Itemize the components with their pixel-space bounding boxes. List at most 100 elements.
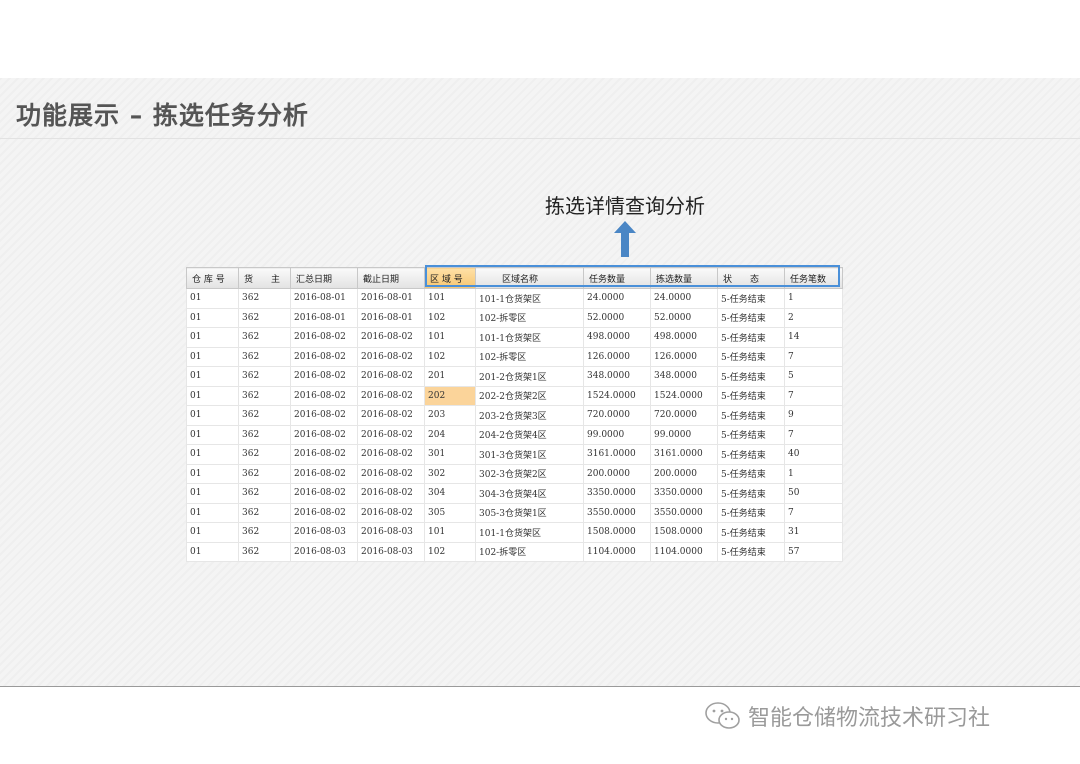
table-cell[interactable]: 5-任务结束 <box>717 288 785 309</box>
table-cell[interactable]: 2016-08-02 <box>290 424 358 445</box>
table-cell[interactable]: 362 <box>238 522 291 543</box>
table-cell[interactable]: 200.0000 <box>583 463 651 484</box>
table-cell[interactable]: 362 <box>238 444 291 465</box>
table-cell[interactable]: 01 <box>186 522 239 543</box>
table-cell[interactable]: 1104.0000 <box>650 541 718 562</box>
column-header[interactable]: 区域名称 <box>475 267 584 289</box>
table-cell[interactable]: 2016-08-02 <box>357 463 425 484</box>
table-cell[interactable]: 203-2仓货架3区 <box>475 405 584 426</box>
table-cell[interactable]: 2016-08-03 <box>290 541 358 562</box>
table-row[interactable]: 01 362 2016-08-02 2016-08-02 102 102-拆零区 126.0… <box>186 346 843 367</box>
table-cell[interactable]: 01 <box>186 502 239 523</box>
table-cell[interactable]: 304-3仓货架4区 <box>475 483 584 504</box>
table-cell[interactable]: 101-1仓货架区 <box>475 522 584 543</box>
table-cell[interactable]: 362 <box>238 463 291 484</box>
column-header[interactable]: 截止日期 <box>357 267 425 289</box>
table-cell[interactable]: 01 <box>186 327 239 348</box>
table-cell[interactable]: 102 <box>424 307 476 328</box>
table-cell[interactable]: 1104.0000 <box>583 541 651 562</box>
table-cell[interactable]: 7 <box>784 502 843 523</box>
table-row[interactable]: 01 362 2016-08-02 2016-08-02 305 305-3仓货架1区 35… <box>186 502 843 523</box>
table-cell[interactable]: 362 <box>238 288 291 309</box>
table-cell[interactable]: 24.0000 <box>650 288 718 309</box>
table-cell[interactable]: 102-拆零区 <box>475 307 584 328</box>
table-cell[interactable]: 102 <box>424 541 476 562</box>
table-row[interactable]: 01 362 2016-08-02 2016-08-02 201 201-2仓货架1区 34… <box>186 366 843 387</box>
table-cell[interactable]: 126.0000 <box>650 346 718 367</box>
column-header[interactable]: 区 域 号 <box>424 267 476 289</box>
table-cell[interactable]: 99.0000 <box>650 424 718 445</box>
column-header[interactable]: 任务笔数 <box>784 267 843 289</box>
table-cell[interactable]: 31 <box>784 522 843 543</box>
table-cell[interactable]: 2016-08-02 <box>357 502 425 523</box>
table-cell[interactable]: 302 <box>424 463 476 484</box>
table-cell[interactable]: 362 <box>238 541 291 562</box>
table-cell[interactable]: 5-任务结束 <box>717 346 785 367</box>
table-cell[interactable]: 362 <box>238 327 291 348</box>
table-cell[interactable]: 5-任务结束 <box>717 424 785 445</box>
table-cell[interactable]: 2016-08-03 <box>357 522 425 543</box>
table-cell[interactable]: 301 <box>424 444 476 465</box>
table-cell[interactable]: 2016-08-01 <box>357 307 425 328</box>
table-cell[interactable]: 5-任务结束 <box>717 483 785 504</box>
table-cell[interactable]: 362 <box>238 385 291 406</box>
table-cell[interactable]: 2016-08-02 <box>357 483 425 504</box>
table-cell[interactable]: 1 <box>784 288 843 309</box>
table-cell[interactable]: 7 <box>784 346 843 367</box>
column-header[interactable]: 拣选数量 <box>650 267 718 289</box>
table-cell[interactable]: 5-任务结束 <box>717 541 785 562</box>
table-row[interactable]: 01 362 2016-08-01 2016-08-01 101 101-1仓货架区 24.… <box>186 288 843 309</box>
table-cell[interactable]: 01 <box>186 346 239 367</box>
table-row[interactable]: 01 362 2016-08-03 2016-08-03 101 101-1仓货架区 150… <box>186 522 843 543</box>
table-cell[interactable]: 3161.0000 <box>650 444 718 465</box>
table-row[interactable]: 01 362 2016-08-02 2016-08-02 301 301-3仓货架1区 31… <box>186 444 843 465</box>
table-cell[interactable]: 720.0000 <box>583 405 651 426</box>
table-cell[interactable]: 01 <box>186 366 239 387</box>
table-cell[interactable]: 2016-08-02 <box>290 366 358 387</box>
table-cell[interactable]: 1508.0000 <box>583 522 651 543</box>
table-cell[interactable]: 101-1仓货架区 <box>475 327 584 348</box>
table-cell[interactable]: 2016-08-02 <box>290 346 358 367</box>
table-cell[interactable]: 5-任务结束 <box>717 522 785 543</box>
table-cell[interactable]: 2016-08-02 <box>290 385 358 406</box>
column-header[interactable]: 汇总日期 <box>290 267 358 289</box>
table-cell[interactable]: 01 <box>186 288 239 309</box>
table-row[interactable]: 01 362 2016-08-02 2016-08-02 203 203-2仓货架3区 72… <box>186 405 843 426</box>
table-cell[interactable]: 40 <box>784 444 843 465</box>
table-cell[interactable]: 362 <box>238 405 291 426</box>
table-cell[interactable]: 5-任务结束 <box>717 366 785 387</box>
table-cell[interactable]: 2016-08-01 <box>290 288 358 309</box>
table-cell[interactable]: 201 <box>424 366 476 387</box>
table-row[interactable]: 01 362 2016-08-01 2016-08-01 102 102-拆零区 52.00… <box>186 307 843 328</box>
table-cell[interactable]: 52.0000 <box>583 307 651 328</box>
column-header[interactable]: 任务数量 <box>583 267 651 289</box>
table-cell[interactable]: 204 <box>424 424 476 445</box>
table-cell[interactable]: 2016-08-02 <box>290 502 358 523</box>
table-cell[interactable]: 101-1仓货架区 <box>475 288 584 309</box>
table-cell[interactable]: 126.0000 <box>583 346 651 367</box>
table-cell[interactable]: 2016-08-03 <box>357 541 425 562</box>
table-cell[interactable]: 50 <box>784 483 843 504</box>
table-cell[interactable]: 202 <box>424 385 476 406</box>
table-cell[interactable]: 102-拆零区 <box>475 346 584 367</box>
table-cell[interactable]: 2016-08-02 <box>357 385 425 406</box>
table-cell[interactable]: 1 <box>784 463 843 484</box>
table-cell[interactable]: 362 <box>238 346 291 367</box>
table-row[interactable]: 01 362 2016-08-02 2016-08-02 302 302-3仓货架2区 20… <box>186 463 843 484</box>
table-cell[interactable]: 202-2仓货架2区 <box>475 385 584 406</box>
table-cell[interactable]: 2016-08-02 <box>357 346 425 367</box>
table-cell[interactable]: 3161.0000 <box>583 444 651 465</box>
table-cell[interactable]: 362 <box>238 307 291 328</box>
table-cell[interactable]: 305-3仓货架1区 <box>475 502 584 523</box>
table-cell[interactable]: 1508.0000 <box>650 522 718 543</box>
table-cell[interactable]: 57 <box>784 541 843 562</box>
table-cell[interactable]: 2016-08-02 <box>290 327 358 348</box>
table-cell[interactable]: 302-3仓货架2区 <box>475 463 584 484</box>
column-header[interactable]: 货 主 <box>238 267 291 289</box>
table-row[interactable]: 01 362 2016-08-02 2016-08-02 101 101-1仓货架区 498… <box>186 327 843 348</box>
table-cell[interactable]: 101 <box>424 288 476 309</box>
table-cell[interactable]: 5-任务结束 <box>717 405 785 426</box>
table-row[interactable]: 01 362 2016-08-02 2016-08-02 202 202-2仓货架2区 15… <box>186 385 843 406</box>
table-cell[interactable]: 720.0000 <box>650 405 718 426</box>
table-cell[interactable]: 5-任务结束 <box>717 444 785 465</box>
